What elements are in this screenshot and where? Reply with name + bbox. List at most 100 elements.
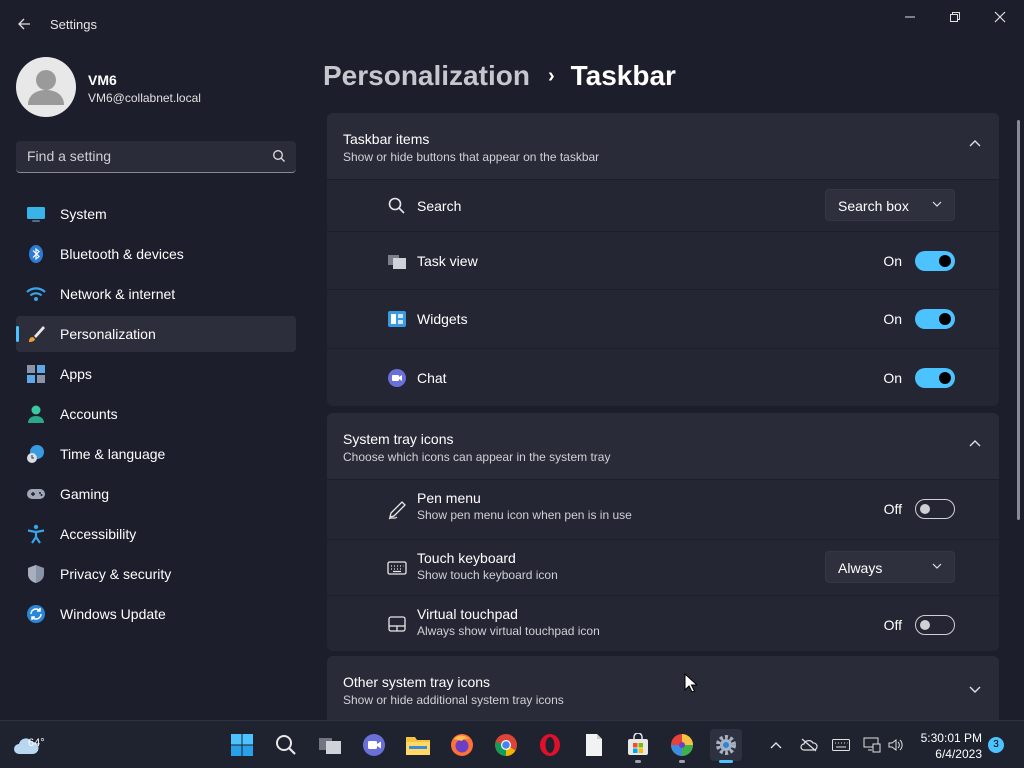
notepad-button[interactable]	[578, 729, 610, 761]
active-indicator	[719, 760, 733, 763]
bluetooth-icon	[29, 245, 43, 263]
task-view-button[interactable]	[314, 729, 346, 761]
weather-temperature: 64°	[28, 737, 45, 749]
minimize-button[interactable]	[887, 6, 933, 28]
sidebar-item-network[interactable]: Network & internet	[16, 276, 296, 312]
settings-taskbar-button[interactable]	[710, 729, 742, 763]
sidebar-item-label: Personalization	[60, 326, 156, 342]
sidebar-item-time-language[interactable]: Time & language	[16, 436, 296, 472]
sidebar-item-windows-update[interactable]: Windows Update	[16, 596, 296, 632]
sidebar-item-personalization[interactable]: Personalization	[16, 316, 296, 352]
taskbar-search-button[interactable]	[270, 729, 302, 761]
clock-date[interactable]: 6/4/2023	[908, 747, 982, 761]
title-bar: Settings	[0, 0, 1024, 48]
chrome-button[interactable]	[490, 729, 522, 761]
show-hidden-icons-button[interactable]	[767, 736, 785, 754]
touch-keyboard-description: Show touch keyboard icon	[417, 568, 558, 582]
search-label: Search	[417, 198, 462, 214]
gamepad-icon	[27, 489, 45, 499]
keyboard-icon	[387, 561, 407, 575]
firefox-button[interactable]	[446, 729, 478, 761]
close-button[interactable]	[977, 6, 1023, 28]
other-tray-card[interactable]: Other system tray icons Show or hide add…	[327, 656, 999, 720]
sidebar-item-label: Apps	[60, 366, 92, 382]
file-explorer-button[interactable]	[402, 729, 434, 761]
virtual-touchpad-toggle[interactable]	[915, 615, 955, 635]
breadcrumb-parent[interactable]: Personalization	[323, 60, 530, 92]
gear-icon	[716, 735, 736, 755]
windows-logo-icon	[231, 734, 253, 756]
photos-button[interactable]	[666, 729, 698, 763]
card-subtitle: Show or hide additional system tray icon…	[343, 693, 564, 707]
apps-icon	[27, 365, 45, 383]
search-mode-dropdown[interactable]: Search box	[825, 189, 955, 221]
globe-clock-icon	[27, 445, 44, 463]
virtual-touchpad-row: Virtual touchpad Always show virtual tou…	[327, 595, 999, 651]
store-icon	[628, 733, 648, 755]
firefox-icon	[451, 734, 473, 756]
notification-badge[interactable]: 3	[988, 737, 1004, 753]
start-button[interactable]	[226, 729, 258, 761]
task-view-toggle[interactable]	[915, 251, 955, 271]
chat-icon	[363, 734, 385, 756]
onedrive-tray-icon[interactable]	[800, 736, 818, 754]
opera-button[interactable]	[534, 729, 566, 761]
chat-toggle[interactable]	[915, 368, 955, 388]
search-icon	[276, 735, 296, 755]
other-tray-header[interactable]: Other system tray icons Show or hide add…	[327, 656, 999, 720]
person-icon	[28, 405, 44, 423]
widgets-toggle[interactable]	[915, 309, 955, 329]
avatar[interactable]	[16, 57, 76, 117]
system-tray-header[interactable]: System tray icons Choose which icons can…	[327, 413, 999, 479]
restore-button[interactable]	[932, 6, 978, 28]
system-tray-card: System tray icons Choose which icons can…	[327, 413, 999, 651]
task-view-row: Task view On	[327, 231, 999, 289]
taskbar-items-header[interactable]: Taskbar items Show or hide buttons that …	[327, 113, 999, 179]
breadcrumb-separator: ›	[547, 64, 555, 87]
wifi-icon	[26, 287, 46, 301]
widgets-label: Widgets	[417, 311, 468, 327]
widgets-state: On	[883, 311, 902, 327]
page-title: Taskbar	[570, 60, 676, 91]
close-icon	[994, 11, 1006, 23]
clock-time[interactable]: 5:30:01 PM	[908, 731, 982, 745]
sidebar-item-label: Accounts	[60, 406, 118, 422]
sidebar-item-label: Bluetooth & devices	[60, 246, 184, 262]
chat-button[interactable]	[358, 729, 390, 761]
touch-keyboard-dropdown[interactable]: Always	[825, 551, 955, 583]
pen-menu-toggle[interactable]	[915, 499, 955, 519]
sidebar-item-gaming[interactable]: Gaming	[16, 476, 296, 512]
scrollbar[interactable]	[1017, 120, 1020, 520]
sidebar-item-label: Windows Update	[60, 606, 166, 622]
sidebar-item-label: Network & internet	[60, 286, 176, 302]
weather-widget[interactable]: 64°	[6, 729, 46, 761]
touch-keyboard-tray-icon[interactable]	[832, 736, 850, 754]
pen-icon	[388, 501, 406, 520]
store-button[interactable]	[622, 729, 654, 763]
sidebar-item-bluetooth[interactable]: Bluetooth & devices	[16, 236, 296, 272]
chat-icon	[388, 369, 406, 387]
sidebar-item-label: Time & language	[60, 446, 166, 462]
sidebar-item-accounts[interactable]: Accounts	[16, 396, 296, 432]
touchpad-icon	[388, 616, 406, 632]
dropdown-value: Search box	[838, 198, 909, 214]
speaker-icon	[888, 739, 903, 751]
taskbar: 64° 5:30:01 PM 6/4/2023 3	[0, 720, 1024, 768]
restore-icon	[950, 12, 960, 22]
sidebar-item-privacy[interactable]: Privacy & security	[16, 556, 296, 592]
back-button[interactable]	[12, 12, 36, 36]
taskbar-items-card: Taskbar items Show or hide buttons that …	[327, 113, 999, 406]
volume-tray-icon[interactable]	[887, 736, 905, 754]
task-view-icon	[388, 255, 406, 269]
task-view-label: Task view	[417, 253, 478, 269]
shield-icon	[28, 565, 44, 583]
sidebar-item-accessibility[interactable]: Accessibility	[16, 516, 296, 552]
sidebar-item-label: Accessibility	[60, 526, 137, 542]
task-view-state: On	[883, 253, 902, 269]
network-tray-icon[interactable]	[863, 736, 881, 754]
pen-menu-label: Pen menu	[417, 490, 481, 506]
sidebar-item-system[interactable]: System	[16, 196, 296, 232]
search-box[interactable]	[16, 141, 296, 173]
search-input[interactable]	[16, 141, 256, 171]
sidebar-item-apps[interactable]: Apps	[16, 356, 296, 392]
